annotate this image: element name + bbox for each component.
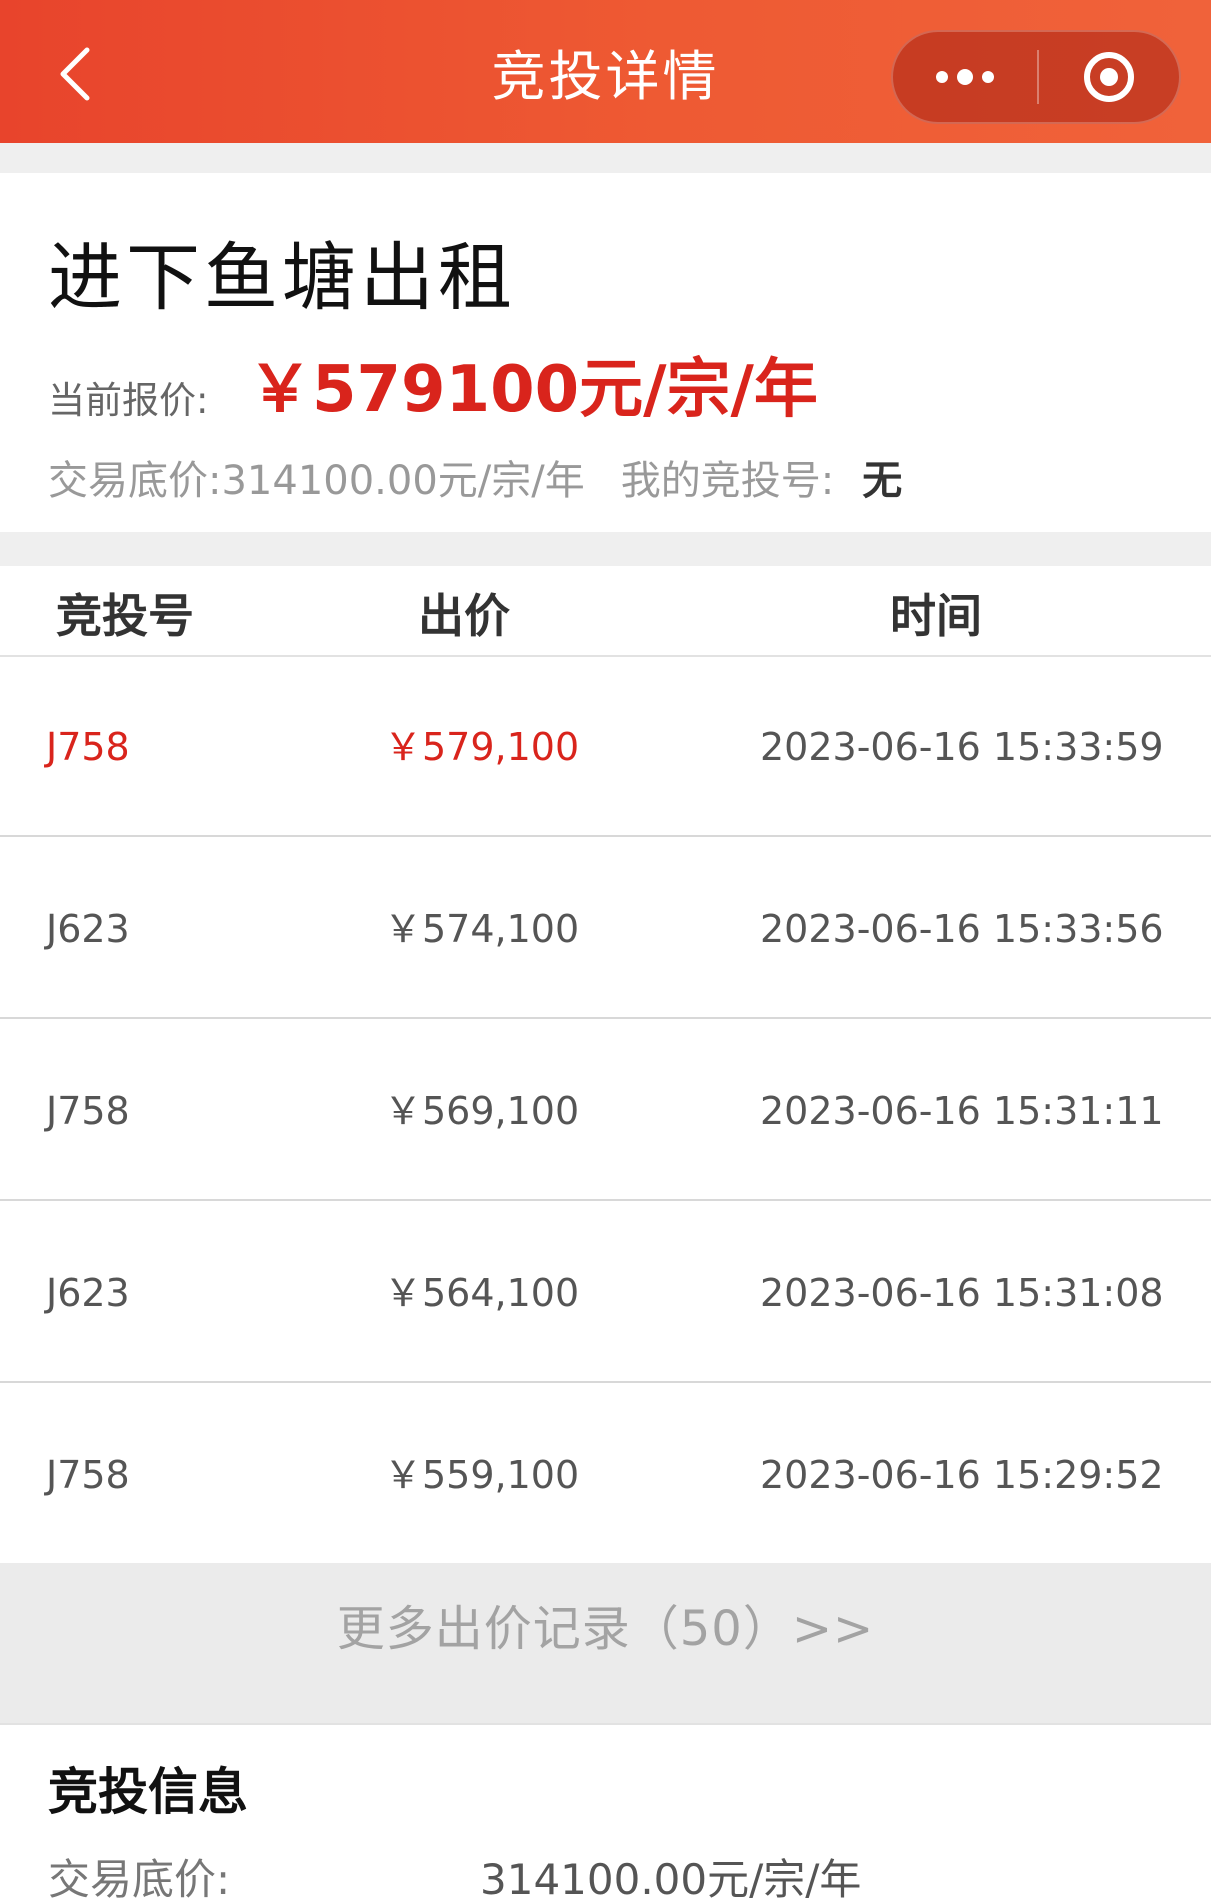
my-bid-label: 我的竞投号: <box>620 458 835 504</box>
bid-code: J623 <box>46 907 130 951</box>
info-base-price-value: 314100.00元/宗/年 <box>480 1855 862 1901</box>
table-row: J758 ￥579,100 2023-06-16 15:33:59 <box>0 657 1211 837</box>
current-price-label: 当前报价: <box>48 379 209 422</box>
base-price-label: 交易底价: <box>48 458 222 504</box>
current-price: ￥579100元/宗/年 <box>248 353 818 427</box>
base-price-row: 交易底价: 314100.00元/宗/年 我的竞投号: 无 <box>48 448 902 506</box>
bid-time: 2023-06-16 15:33:56 <box>760 907 1164 951</box>
bid-price: ￥564,100 <box>384 1271 580 1315</box>
project-title: 进下鱼塘出租 <box>48 235 516 321</box>
column-header-price: 出价 <box>418 589 510 643</box>
bid-code: J758 <box>46 1089 130 1133</box>
table-row: J623 ￥574,100 2023-06-16 15:33:56 <box>0 839 1211 1019</box>
section-gap <box>0 532 1211 566</box>
bid-price: ￥579,100 <box>384 725 580 769</box>
chevron-left-icon <box>60 47 90 101</box>
table-row: J623 ￥564,100 2023-06-16 15:31:08 <box>0 1203 1211 1383</box>
bid-time: 2023-06-16 15:29:52 <box>760 1453 1164 1497</box>
column-header-bid-no: 竞投号 <box>56 589 194 643</box>
more-button[interactable] <box>893 32 1037 122</box>
page-title: 竞投详情 <box>491 45 720 108</box>
bid-time: 2023-06-16 15:31:08 <box>760 1271 1164 1315</box>
bid-price: ￥574,100 <box>384 907 580 951</box>
bid-code: J758 <box>46 1453 130 1497</box>
back-button[interactable] <box>50 46 98 102</box>
bid-price: ￥559,100 <box>384 1453 580 1497</box>
more-dots-icon <box>936 69 994 85</box>
info-base-price-label: 交易底价: <box>48 1855 231 1901</box>
target-circle-icon <box>1084 52 1134 102</box>
bid-time: 2023-06-16 15:33:59 <box>760 725 1164 769</box>
close-button[interactable] <box>1039 32 1179 122</box>
more-divider <box>0 1723 1211 1725</box>
page: 竞投详情 进下鱼塘出租 当前报价: ￥579100元/宗/年 交易底价: 314… <box>0 0 1211 1901</box>
table-row: J758 ￥569,100 2023-06-16 15:31:11 <box>0 1021 1211 1201</box>
bid-code: J758 <box>46 725 130 769</box>
column-header-time: 时间 <box>890 589 982 643</box>
table-row: J758 ￥559,100 2023-06-16 15:29:52 <box>0 1385 1211 1565</box>
my-bid-value: 无 <box>862 458 903 504</box>
bid-info-title: 竞投信息 <box>48 1763 248 1821</box>
menu-capsule <box>891 30 1181 124</box>
base-price-value: 314100.00元/宗/年 <box>221 458 585 504</box>
bid-code: J623 <box>46 1271 130 1315</box>
bid-time: 2023-06-16 15:31:11 <box>760 1089 1164 1133</box>
header-gap <box>0 143 1211 173</box>
bid-price: ￥569,100 <box>384 1089 580 1133</box>
nav-bar: 竞投详情 <box>0 0 1211 143</box>
more-records-button[interactable]: 更多出价记录（50）>> <box>0 1563 1211 1723</box>
